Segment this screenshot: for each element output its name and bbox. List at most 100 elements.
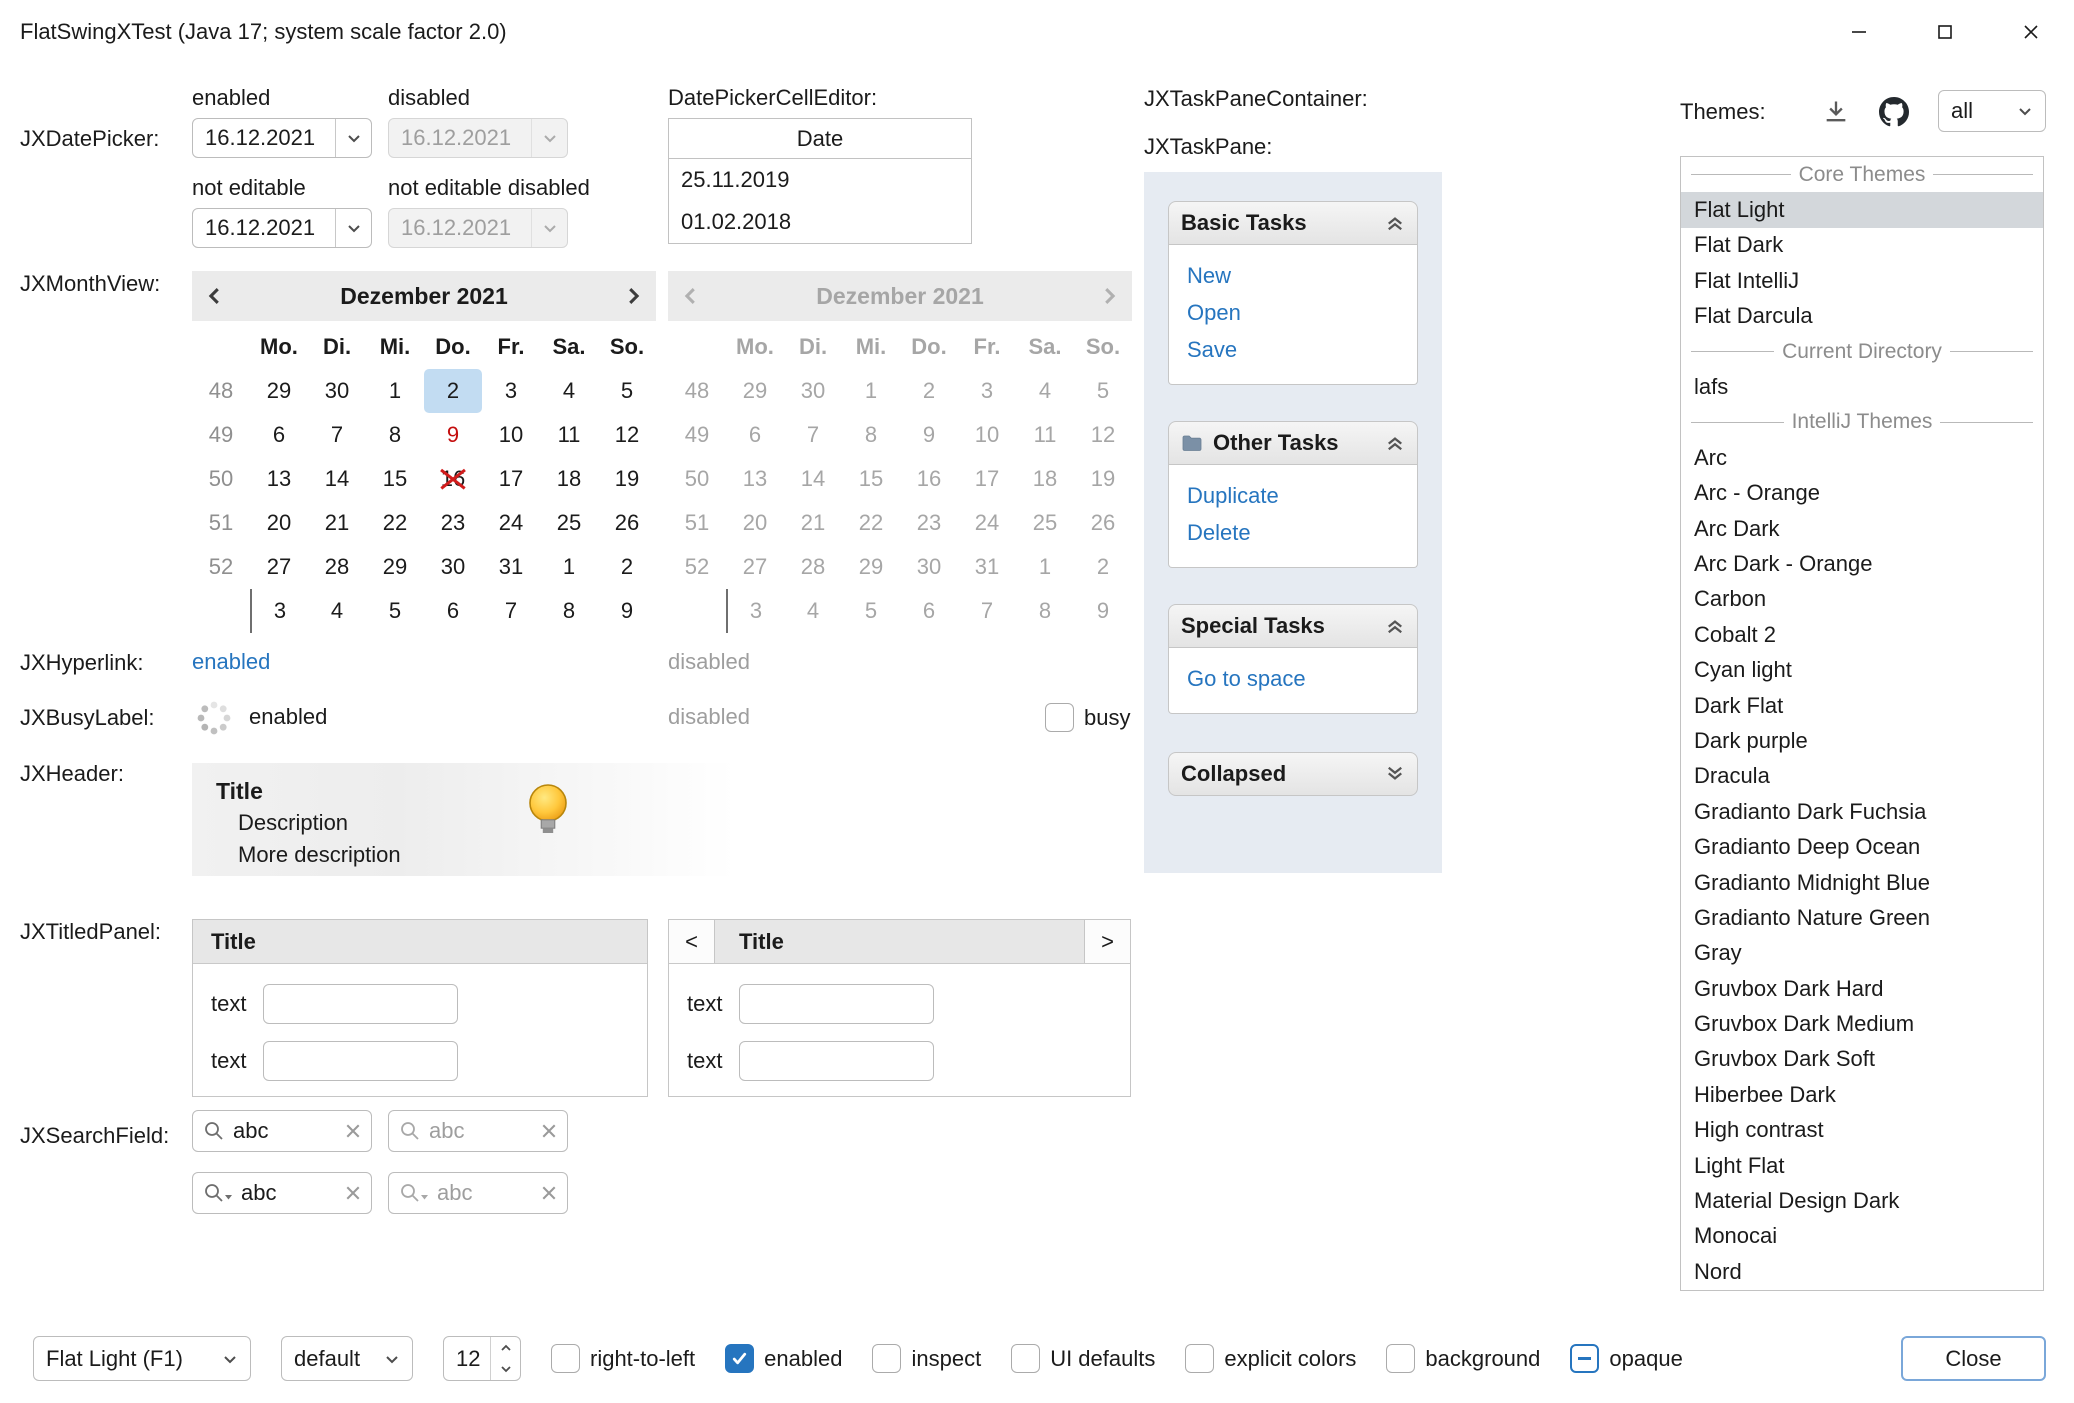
theme-list-item[interactable]: High contrast: [1681, 1113, 2043, 1148]
calendar-day[interactable]: 6: [250, 413, 308, 457]
calendar-day[interactable]: 4: [308, 589, 366, 633]
theme-list-item[interactable]: Gruvbox Dark Soft: [1681, 1042, 2043, 1077]
font-size-spinner[interactable]: 12: [443, 1336, 521, 1381]
calendar-day[interactable]: 30: [308, 369, 366, 413]
calendar-day[interactable]: 11: [540, 413, 598, 457]
checkbox-enabled[interactable]: enabled: [725, 1344, 842, 1373]
taskpane-header[interactable]: Special Tasks: [1168, 604, 1418, 648]
theme-list-item[interactable]: Flat Darcula: [1681, 299, 2043, 334]
theme-list-item[interactable]: Carbon: [1681, 582, 2043, 617]
calendar-day[interactable]: 22: [366, 501, 424, 545]
theme-list-item[interactable]: Gradianto Midnight Blue: [1681, 865, 2043, 900]
taskpane-header[interactable]: Basic Tasks: [1168, 201, 1418, 245]
searchfield-2[interactable]: abc: [388, 1110, 568, 1152]
theme-list-item[interactable]: Nord: [1681, 1254, 2043, 1289]
themes-filter-combobox[interactable]: all: [1938, 90, 2046, 132]
hyperlink-enabled[interactable]: enabled: [192, 649, 270, 675]
theme-list-item[interactable]: Gradianto Dark Fuchsia: [1681, 794, 2043, 829]
collapse-icon[interactable]: [1385, 616, 1405, 636]
taskpane-action-link[interactable]: New: [1169, 257, 1417, 294]
laf-combobox[interactable]: Flat Light (F1): [33, 1336, 251, 1381]
theme-list-item[interactable]: Arc: [1681, 440, 2043, 475]
text-input[interactable]: [739, 984, 934, 1024]
maximize-button[interactable]: [1902, 0, 1988, 63]
calendar-day[interactable]: 9: [598, 589, 656, 633]
theme-list-item[interactable]: Monocai: [1681, 1219, 2043, 1254]
theme-list-item[interactable]: Dark purple: [1681, 723, 2043, 758]
calendar-day[interactable]: 24: [482, 501, 540, 545]
calendar-day[interactable]: 1: [540, 545, 598, 589]
text-input[interactable]: [739, 1041, 934, 1081]
calendar-day[interactable]: 10: [482, 413, 540, 457]
calendar-day[interactable]: 15: [366, 457, 424, 501]
taskpane-action-link[interactable]: Save: [1169, 331, 1417, 368]
calendar-day[interactable]: 31: [482, 545, 540, 589]
checkbox-inspect[interactable]: inspect: [872, 1344, 981, 1373]
collapse-icon[interactable]: [1385, 433, 1405, 453]
theme-list-item[interactable]: Light Flat: [1681, 1148, 2043, 1183]
close-dialog-button[interactable]: Close: [1901, 1336, 2046, 1381]
datepicker-enabled[interactable]: 16.12.2021: [192, 118, 372, 158]
theme-list-item[interactable]: Flat IntelliJ: [1681, 263, 2043, 298]
calendar-day[interactable]: 2: [424, 369, 482, 413]
datepicker-arrow-button[interactable]: [335, 209, 371, 247]
calendar-day[interactable]: 27: [250, 545, 308, 589]
calendar-day[interactable]: 8: [540, 589, 598, 633]
calendar-day[interactable]: 5: [366, 589, 424, 633]
github-button[interactable]: [1876, 94, 1912, 130]
calendar-day[interactable]: 4: [540, 369, 598, 413]
expand-icon[interactable]: [1385, 764, 1405, 784]
theme-list-item[interactable]: lafs: [1681, 369, 2043, 404]
theme-list-item[interactable]: Cyan light: [1681, 652, 2043, 687]
close-window-button[interactable]: [1988, 0, 2074, 63]
theme-list-item[interactable]: Dark Flat: [1681, 688, 2043, 723]
taskpane-action-link[interactable]: Delete: [1169, 514, 1417, 551]
searchfield-4[interactable]: abc: [388, 1172, 568, 1214]
theme-list-item[interactable]: Arc - Orange: [1681, 476, 2043, 511]
theme-list-item[interactable]: Arc Dark: [1681, 511, 2043, 546]
theme-list-item[interactable]: Arc Dark - Orange: [1681, 546, 2043, 581]
text-input[interactable]: [263, 1041, 458, 1081]
theme-list-item[interactable]: Dracula: [1681, 759, 2043, 794]
themes-list[interactable]: Core ThemesFlat LightFlat DarkFlat Intel…: [1680, 156, 2044, 1291]
next-month-button[interactable]: [622, 285, 644, 307]
text-input[interactable]: [263, 984, 458, 1024]
theme-list-item[interactable]: Flat Dark: [1681, 228, 2043, 263]
titledpanel-right-button[interactable]: >: [1084, 920, 1130, 963]
theme-list-item[interactable]: Gray: [1681, 936, 2043, 971]
searchfield-1[interactable]: abc: [192, 1110, 372, 1152]
calendar-day[interactable]: 26: [598, 501, 656, 545]
calendar-day[interactable]: 8: [366, 413, 424, 457]
table-row[interactable]: 25.11.2019: [669, 159, 971, 201]
calendar-day[interactable]: 29: [366, 545, 424, 589]
calendar-day[interactable]: 13: [250, 457, 308, 501]
taskpane-header[interactable]: Other Tasks: [1168, 421, 1418, 465]
taskpane-action-link[interactable]: Open: [1169, 294, 1417, 331]
clear-icon[interactable]: [541, 1185, 557, 1201]
calendar-day[interactable]: 2: [598, 545, 656, 589]
calendar-day[interactable]: 6: [424, 589, 482, 633]
clear-icon[interactable]: [541, 1123, 557, 1139]
taskpane-action-link[interactable]: Go to space: [1169, 660, 1417, 697]
checkbox-opaque[interactable]: opaque: [1570, 1344, 1682, 1373]
calendar-day[interactable]: 21: [308, 501, 366, 545]
calendar-day[interactable]: 20: [250, 501, 308, 545]
calendar-day[interactable]: 7: [308, 413, 366, 457]
clear-icon[interactable]: [345, 1185, 361, 1201]
theme-list-item[interactable]: Gradianto Nature Green: [1681, 900, 2043, 935]
calendar-day[interactable]: 5: [598, 369, 656, 413]
calendar-day[interactable]: 3: [482, 369, 540, 413]
calendar-day[interactable]: 16: [424, 457, 482, 501]
datepicker-not-editable[interactable]: 16.12.2021: [192, 208, 372, 248]
theme-list-item[interactable]: Material Design Dark: [1681, 1183, 2043, 1218]
calendar-day[interactable]: 17: [482, 457, 540, 501]
searchfield-3[interactable]: abc: [192, 1172, 372, 1214]
busy-checkbox[interactable]: busy: [1045, 703, 1130, 732]
calendar-day[interactable]: 19: [598, 457, 656, 501]
calendar-day[interactable]: 14: [308, 457, 366, 501]
calendar-day[interactable]: 18: [540, 457, 598, 501]
calendar-day[interactable]: 30: [424, 545, 482, 589]
calendar-day[interactable]: 7: [482, 589, 540, 633]
theme-list-item[interactable]: Gruvbox Dark Hard: [1681, 971, 2043, 1006]
titledpanel-left-button[interactable]: <: [669, 920, 715, 963]
